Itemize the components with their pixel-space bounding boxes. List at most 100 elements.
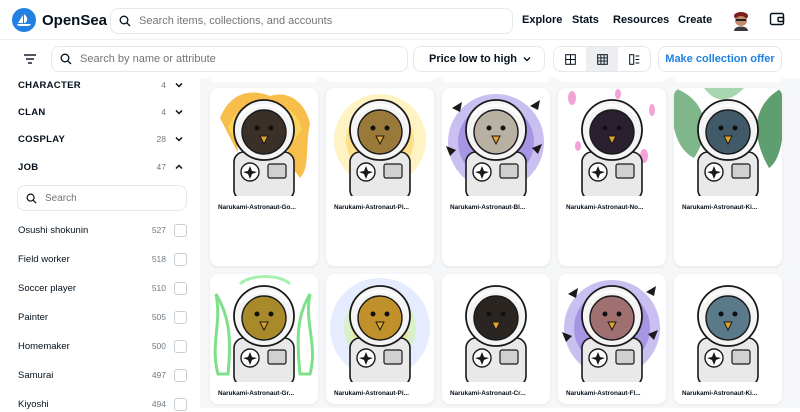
job-option[interactable]: Samurai 497	[18, 367, 188, 383]
job-option-label: Osushi shokunin	[18, 224, 89, 236]
global-search-box[interactable]	[110, 8, 513, 34]
nft-image[interactable]	[442, 88, 550, 196]
job-option[interactable]: Kiyoshi 494	[18, 396, 188, 412]
job-option-label: Samurai	[18, 369, 54, 381]
nft-name: Narukami-Astronaut-Bl...	[450, 204, 526, 211]
chevron-down-icon	[175, 136, 183, 142]
chevron-down-icon	[523, 57, 531, 62]
chevron-up-icon	[175, 164, 183, 170]
wallet-icon[interactable]	[769, 11, 785, 27]
compact-grid-view-button[interactable]	[586, 47, 618, 71]
trait-label: CLAN	[18, 106, 46, 118]
job-option-checkbox[interactable]	[174, 252, 187, 266]
nft-name: Narukami-Astronaut-Ki...	[682, 390, 758, 397]
filter-sidebar: CHARACTER 4 CLAN 4 COSPLAY 28 JOB 47 Osu…	[0, 78, 200, 411]
trait-job[interactable]: JOB 47	[18, 160, 186, 174]
job-option-checkbox[interactable]	[174, 281, 187, 295]
job-option[interactable]: Homemaker 500	[18, 338, 188, 354]
trait-character[interactable]: CHARACTER 4	[18, 78, 186, 92]
job-search-box[interactable]	[17, 185, 187, 211]
trait-count: 28	[156, 134, 166, 144]
job-option-checkbox[interactable]	[174, 368, 187, 382]
job-option-label: Field worker	[18, 253, 70, 265]
job-option[interactable]: Soccer player 510	[18, 280, 188, 296]
attribute-search-input[interactable]	[80, 53, 400, 65]
nft-name: Narukami-Astronaut-Go...	[218, 204, 296, 211]
nav-stats[interactable]: Stats	[572, 14, 599, 26]
job-option-checkbox[interactable]	[174, 339, 187, 353]
make-collection-offer-button[interactable]: Make collection offer	[658, 46, 782, 72]
nft-image[interactable]	[210, 274, 318, 382]
job-option-label: Soccer player	[18, 282, 77, 294]
nft-name: Narukami-Astronaut-Cr...	[450, 390, 526, 397]
job-option-checkbox[interactable]	[174, 397, 187, 411]
nft-card[interactable]: Narukami-Astronaut-Pi...	[326, 88, 434, 266]
job-option-label: Homemaker	[18, 340, 70, 352]
opensea-logo[interactable]: OpenSea	[12, 8, 107, 32]
job-option-count: 527	[151, 225, 166, 235]
nft-card[interactable]: Narukami-Astronaut-Ki...	[674, 274, 782, 404]
job-option[interactable]: Osushi shokunin 527	[18, 222, 188, 238]
filter-toggle-icon[interactable]	[23, 52, 37, 66]
sort-dropdown[interactable]: Price low to high	[413, 46, 545, 72]
trait-label: JOB	[18, 161, 39, 173]
job-option-checkbox[interactable]	[174, 310, 187, 324]
list-view-icon	[628, 53, 639, 65]
trait-label: CHARACTER	[18, 79, 81, 91]
opensea-ship-icon	[12, 8, 36, 32]
nft-image[interactable]	[210, 88, 318, 196]
trait-count: 47	[156, 162, 166, 172]
job-option-checkbox[interactable]	[174, 223, 187, 237]
nft-image[interactable]	[558, 88, 666, 196]
view-mode-toggle	[553, 46, 651, 72]
collection-toolbar: Price low to high	[0, 40, 800, 78]
nft-card[interactable]: Narukami-Astronaut-Pi...	[326, 274, 434, 404]
trait-label: COSPLAY	[18, 133, 66, 145]
trait-cosplay[interactable]: COSPLAY 28	[18, 132, 186, 146]
nft-name: Narukami-Astronaut-Pi...	[334, 204, 409, 211]
large-grid-icon	[564, 53, 576, 65]
nft-card[interactable]: Narukami-Astronaut-Cr...	[442, 274, 550, 404]
job-option-count: 518	[151, 254, 166, 264]
nft-card[interactable]: Narukami-Astronaut-No...	[558, 88, 666, 266]
job-option[interactable]: Painter 505	[18, 309, 188, 325]
brand-name: OpenSea	[42, 11, 108, 29]
nft-name: Narukami-Astronaut-Gr...	[218, 390, 294, 397]
nft-card[interactable]: Narukami-Astronaut-Fl...	[558, 274, 666, 404]
nav-resources[interactable]: Resources	[613, 14, 669, 26]
top-navigation-bar: OpenSea Explore Stats Resources Create	[0, 0, 800, 40]
trait-count: 4	[161, 80, 166, 90]
partial-card	[442, 78, 550, 82]
nft-image[interactable]	[326, 274, 434, 382]
nft-card[interactable]: Narukami-Astronaut-Ki...	[674, 88, 782, 266]
nft-image[interactable]	[558, 274, 666, 382]
nft-card[interactable]: Narukami-Astronaut-Bl...	[442, 88, 550, 266]
attribute-search-box[interactable]	[51, 46, 408, 72]
partial-card	[674, 78, 782, 82]
sort-label: Price low to high	[429, 53, 518, 65]
search-icon	[26, 193, 37, 204]
nav-create[interactable]: Create	[678, 14, 712, 26]
trait-clan[interactable]: CLAN 4	[18, 105, 186, 119]
nft-card[interactable]: Narukami-Astronaut-Go...	[210, 88, 318, 266]
list-view-button[interactable]	[618, 47, 650, 71]
search-icon	[60, 53, 72, 65]
profile-avatar[interactable]	[730, 9, 752, 31]
partial-card	[558, 78, 666, 82]
search-icon	[119, 15, 131, 27]
nft-name: Narukami-Astronaut-Fl...	[566, 390, 641, 397]
nft-image[interactable]	[674, 88, 782, 196]
chevron-down-icon	[175, 82, 183, 88]
job-option[interactable]: Field worker 518	[18, 251, 188, 267]
large-grid-view-button[interactable]	[554, 47, 586, 71]
nft-image[interactable]	[442, 274, 550, 382]
nft-image[interactable]	[674, 274, 782, 382]
job-search-input[interactable]	[45, 192, 175, 204]
trait-count: 4	[161, 107, 166, 117]
nft-card[interactable]: Narukami-Astronaut-Gr...	[210, 274, 318, 404]
nav-explore[interactable]: Explore	[522, 14, 562, 26]
compact-grid-icon	[596, 53, 608, 65]
global-search-input[interactable]	[139, 15, 499, 27]
job-option-count: 497	[151, 370, 166, 380]
nft-image[interactable]	[326, 88, 434, 196]
